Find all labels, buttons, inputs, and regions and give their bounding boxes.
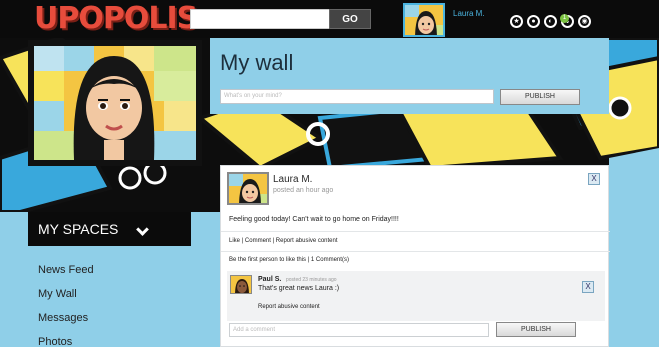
search-input[interactable] (190, 9, 330, 29)
post-timestamp: posted an hour ago (273, 187, 334, 194)
post-likes-summary[interactable]: Be the first person to like this | 1 Com… (221, 251, 610, 269)
post-author-avatar[interactable] (227, 172, 269, 205)
profile-avatar-illustration (34, 46, 196, 160)
avatar-image (405, 5, 443, 35)
delete-comment-button[interactable]: X (582, 281, 594, 293)
status-input[interactable]: What's on your mind? (220, 89, 494, 104)
comment-item: Paul S. posted 23 minutes ago That's gre… (227, 271, 605, 321)
report-comment-link[interactable]: Report abusive content (258, 304, 320, 310)
chevron-down-icon (136, 223, 149, 236)
publish-comment-button[interactable]: PUBLISH (496, 322, 576, 337)
comment-avatar-image (231, 276, 251, 293)
top-icons: ★ ● ◐ ⌄ ◉ (510, 15, 591, 28)
sidebar-item-news-feed[interactable]: News Feed (38, 263, 94, 287)
sidebar-item-messages[interactable]: Messages (38, 311, 94, 335)
post-actions[interactable]: Like | Comment | Report abusive content (221, 231, 610, 251)
user-icon[interactable]: ● (527, 15, 540, 28)
sidebar-item-photos[interactable]: Photos (38, 335, 94, 347)
comment-author-avatar[interactable] (230, 275, 252, 294)
wall-post: Laura M. posted an hour ago X Feeling go… (220, 165, 610, 347)
friends-icon[interactable]: ◐ (544, 15, 557, 28)
wall-header-panel: My wall What's on your mind? PUBLISH (210, 38, 609, 114)
post-author-name[interactable]: Laura M. (273, 174, 312, 185)
post-avatar-image (229, 174, 267, 203)
logo-text: UPOPOLIS (34, 1, 198, 36)
upopolis-logo[interactable]: UPOPOLIS (34, 1, 198, 36)
settings-icon[interactable]: ◉ (578, 15, 591, 28)
username-link[interactable]: Laura M. (453, 9, 485, 18)
avatar[interactable] (403, 3, 445, 37)
post-text: Feeling good today! Can't wait to go hom… (229, 216, 399, 223)
comment-text: That's great news Laura :) (258, 285, 340, 292)
add-comment-input[interactable]: Add a comment (229, 323, 489, 337)
comment-timestamp: posted 23 minutes ago (286, 277, 337, 283)
go-button[interactable]: GO (329, 9, 371, 29)
page-title: My wall (220, 50, 294, 75)
profile-picture[interactable] (34, 46, 196, 160)
comment-author-name[interactable]: Paul S. (258, 276, 281, 283)
sidebar-item-my-wall[interactable]: My Wall (38, 287, 94, 311)
top-bar: UPOPOLIS GO Laura M. ★ ● ◐ ⌄ ◉ 1 (0, 0, 659, 38)
notification-badge: 1 (560, 14, 569, 23)
star-icon[interactable]: ★ (510, 15, 523, 28)
my-spaces-menu[interactable]: MY SPACES (28, 212, 191, 246)
publish-button[interactable]: PUBLISH (500, 89, 580, 105)
profile-picture-frame (28, 40, 202, 166)
my-spaces-label: MY SPACES (38, 221, 119, 237)
delete-post-button[interactable]: X (588, 173, 600, 185)
sidebar-nav: News Feed My Wall Messages Photos (38, 263, 94, 347)
